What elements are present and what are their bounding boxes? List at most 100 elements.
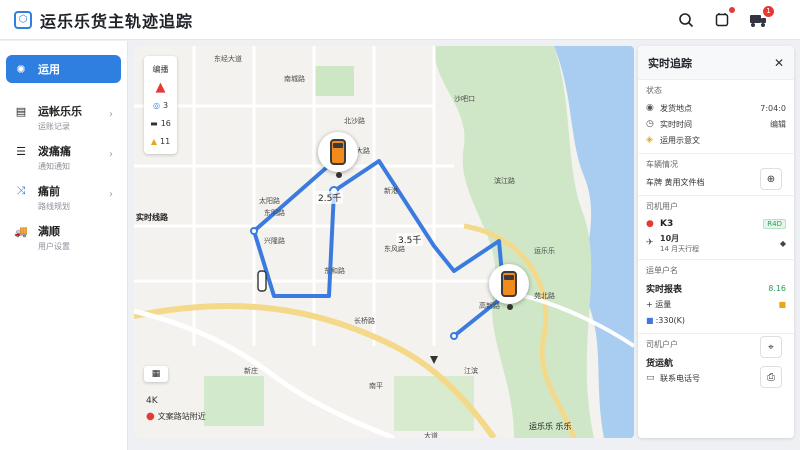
- map-label: 运乐乐: [534, 247, 555, 255]
- sidebar-item-0[interactable]: ✺ 运用: [6, 55, 121, 83]
- document-icon: ▤: [15, 104, 27, 118]
- panel-header: 实时追踪 ✕: [638, 46, 794, 80]
- status-value[interactable]: 编辑: [770, 119, 786, 130]
- map-label: 滨江路: [494, 177, 515, 185]
- terrain-value: 11: [159, 136, 171, 146]
- plane-icon: ✈: [646, 238, 654, 248]
- app-title: 运乐乐货主轨迹追踪: [40, 11, 194, 31]
- order-label: + 运量: [646, 299, 672, 309]
- clock-icon: ◷: [646, 119, 654, 129]
- truck-marker-origin[interactable]: [318, 132, 358, 172]
- park-area: [204, 376, 264, 426]
- layers-button[interactable]: ▦: [144, 366, 168, 382]
- driver-code: K3: [660, 219, 674, 229]
- status-badge: R4D: [763, 219, 786, 229]
- layer-control[interactable]: ◎ 3: [144, 96, 177, 114]
- notes-button[interactable]: [710, 7, 735, 32]
- truck-icon: [501, 271, 517, 297]
- area-label: 实时线路: [136, 213, 168, 222]
- panel-title: 实时追踪: [648, 56, 692, 70]
- map-label: 东经大道: [214, 55, 242, 63]
- chevron-right-icon: ›: [109, 109, 113, 120]
- terrain-control[interactable]: ▲ 11: [144, 132, 177, 150]
- sidebar-item-sub: 运账记录: [38, 122, 70, 131]
- search-button[interactable]: [674, 8, 698, 32]
- map-label: 南平: [369, 382, 383, 390]
- mountain-icon: ▲: [150, 136, 157, 146]
- marker-tip: [507, 304, 513, 310]
- locate-button[interactable]: ⌖: [760, 336, 782, 358]
- pin-icon: ⌖: [768, 341, 774, 353]
- scale-control[interactable]: ▬ 16: [144, 114, 177, 132]
- pin-icon: ●: [146, 411, 155, 422]
- sidebar-item-1[interactable]: ▤ 运帐乐乐 运账记录 ›: [6, 97, 121, 132]
- notification-button[interactable]: 1: [746, 6, 774, 32]
- order-row: + 运量 ■: [646, 296, 786, 312]
- status-section: 状态 ◉ 发货地点 7:04:0 ◷ 实时时间 编辑 ◈ 运用示意文: [638, 80, 794, 154]
- map-label: 太阳路: [259, 197, 280, 205]
- shield-icon: ⬡: [14, 10, 32, 29]
- section-title: 状态: [646, 86, 662, 95]
- sidebar-item-3[interactable]: ⤨ 痛前 路线规划 ›: [6, 177, 121, 211]
- truck-icon: [330, 139, 346, 165]
- close-icon[interactable]: ✕: [774, 56, 784, 70]
- search-icon: [679, 13, 694, 28]
- map-controls: 编播 ▲ ◎ 3 ▬ 16 ▲ 11: [144, 56, 177, 154]
- section-title: 运单户名: [646, 266, 678, 275]
- plane-icon: [430, 356, 438, 364]
- shield-icon: ◈: [646, 135, 653, 145]
- sidebar-item-2[interactable]: ☰ 泼痛痛 通知通知 ›: [6, 137, 121, 172]
- driver-section: 司机用户 ● K3 R4D ✈ 10月 14 月天行程 ◆: [638, 196, 794, 260]
- status-label: 运用示意文: [660, 135, 700, 145]
- map-label: 兴隆路: [264, 237, 285, 245]
- print-button[interactable]: ⎙: [760, 366, 782, 388]
- driver2-section: 司机户户 货运航 ▭ 联系电话号 ⌖ ⎙: [638, 334, 794, 400]
- print-icon: ⎙: [767, 371, 775, 383]
- header-actions: 1: [674, 6, 774, 32]
- route-waypoint: [250, 227, 258, 235]
- status-row: ◈ 运用示意文: [646, 132, 786, 148]
- order-row: 实时报表 8.16: [646, 280, 786, 296]
- compass-label: 编播: [152, 64, 169, 74]
- status-label: 实时时间: [660, 119, 692, 129]
- add-icon[interactable]: ■: [778, 300, 786, 309]
- driver-trip: 14 月天行程: [660, 244, 700, 253]
- vehicle-locate-button[interactable]: ⊕: [760, 168, 782, 190]
- compass-button[interactable]: ▲: [144, 78, 177, 96]
- map-view[interactable]: 编播 ▲ ◎ 3 ▬ 16 ▲ 11 东经大道 南城路 北沙路 沙吧口 北大路 太阳路…: [134, 46, 634, 438]
- order-section: 运单户名 实时报表 8.16 + 运量 ■ ■ :330(K): [638, 260, 794, 334]
- square-icon: ■: [646, 315, 654, 325]
- sidebar-item-label: 运帐乐乐: [38, 105, 82, 118]
- map-label: 新庄: [244, 367, 258, 375]
- distance-label: 2.5千: [316, 191, 344, 204]
- status-row: ◉ 发货地点 7:04:0: [646, 100, 786, 116]
- pin-icon: ●: [646, 219, 654, 229]
- section-title: 司机用户: [646, 202, 678, 211]
- bus-marker: [257, 270, 267, 292]
- truck-icon: 🚚: [14, 224, 28, 238]
- map-label: 运乐乐 乐乐: [529, 422, 572, 431]
- order-value: 8.16: [768, 283, 786, 293]
- park-area: [314, 66, 354, 96]
- map-label: 大道: [424, 432, 438, 438]
- chevron-right-icon: ›: [109, 189, 113, 200]
- notification-count: 1: [763, 6, 774, 17]
- sidebar-item-4[interactable]: 🚚 满顺 用户设置: [6, 217, 121, 252]
- map-label: 苑北路: [534, 292, 555, 300]
- route-icon: ⤨: [16, 184, 26, 197]
- sidebar: ✺ 运用 ▤ 运帐乐乐 运账记录 › ☰ 泼痛痛 通知通知 › ⤨ 痛前 路线规…: [0, 41, 128, 450]
- truck-marker-current[interactable]: [489, 264, 529, 304]
- truck-icon: ▭: [646, 373, 655, 383]
- driver-row: ✈ 10月 14 月天行程 ◆: [646, 232, 786, 254]
- driver-row: ● K3 R4D: [646, 216, 786, 232]
- sidebar-item-sub: 通知通知: [38, 162, 70, 171]
- driver-contact: 联系电话号: [660, 373, 700, 383]
- order-label: 实时报表: [646, 284, 683, 295]
- locate-icon: ⊕: [766, 173, 776, 185]
- arrow-up-icon: ▲: [155, 79, 166, 95]
- map-label: 东和路: [324, 267, 345, 275]
- chevron-right-icon: ›: [109, 149, 113, 160]
- driver-date: 10月: [660, 233, 680, 243]
- location-label: ● 文案路站附近: [146, 411, 206, 422]
- map-label: 新港: [384, 187, 398, 195]
